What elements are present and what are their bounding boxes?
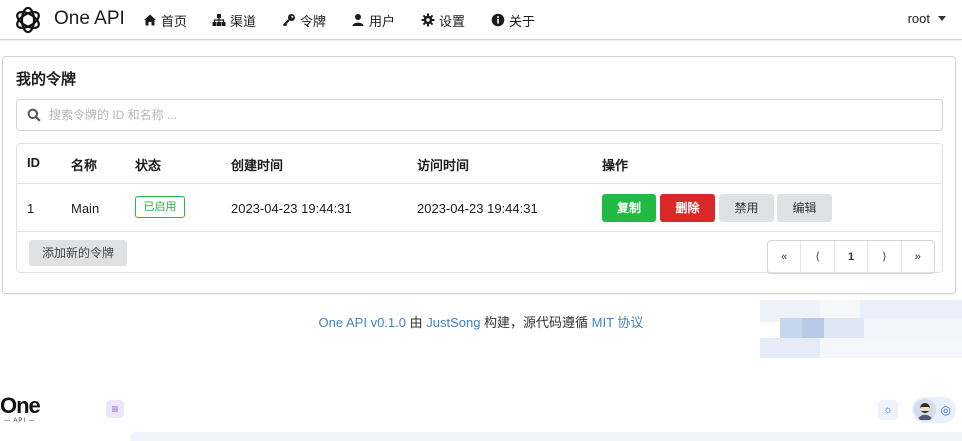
column-header-actions: 操作 (602, 158, 629, 173)
sitemap-icon (212, 14, 226, 26)
user-dropdown[interactable]: root (908, 11, 946, 26)
nav-item-about[interactable]: 关于 (491, 11, 535, 29)
brand-title[interactable]: One API (54, 8, 125, 30)
delete-button[interactable]: 删除 (660, 194, 715, 222)
pagination: « ⟨ 1 ⟩ » (767, 240, 935, 274)
pagination-page-1[interactable]: 1 (835, 241, 869, 273)
footer-version-link[interactable]: One API v0.1.0 (319, 315, 406, 330)
search-input[interactable] (49, 101, 929, 129)
footer-license-link[interactable]: MIT 协议 (592, 315, 644, 330)
nav-item-users[interactable]: 用户 (351, 11, 395, 29)
profile-button[interactable]: ◎ (912, 397, 956, 423)
openai-logo-icon[interactable] (12, 4, 44, 36)
tokens-card: 我的令牌 ID 名称 状态 创建时间 访问时间 操作 1 Main 已启用 20… (2, 56, 956, 294)
user-name: root (907, 11, 930, 26)
nav-item-home[interactable]: 首页 (143, 11, 187, 29)
disable-button[interactable]: 禁用 (719, 194, 774, 222)
footer-author-link[interactable]: JustSong (426, 315, 480, 330)
theme-toggle-button[interactable]: ☼ (878, 400, 898, 420)
tokens-table: ID 名称 状态 创建时间 访问时间 操作 1 Main 已启用 2023-04… (16, 143, 943, 274)
nav-item-tokens[interactable]: 令牌 (282, 11, 326, 29)
user-icon (352, 14, 364, 26)
column-header-created[interactable]: 创建时间 (231, 155, 283, 174)
pagination-next[interactable]: ⟩ (868, 241, 902, 273)
menu-toggle-button[interactable]: ≡ (106, 400, 124, 418)
copy-button[interactable]: 复制 (602, 194, 656, 222)
pagination-prev[interactable]: ⟨ (801, 241, 835, 273)
info-icon (491, 13, 505, 27)
gear-icon (421, 13, 435, 27)
nav-label-about: 关于 (509, 13, 536, 29)
caret-down-icon (938, 16, 946, 21)
search-icon (27, 108, 41, 122)
cell-created-time: 2023-04-23 19:44:31 (231, 201, 352, 216)
row-divider (17, 231, 942, 232)
nav-label-settings: 设置 (439, 13, 466, 29)
column-header-name[interactable]: 名称 (71, 155, 97, 174)
nav-label-users: 用户 (369, 13, 396, 29)
hamburger-icon: ≡ (111, 402, 119, 416)
footer-text-by: 由 (406, 315, 427, 330)
column-header-status[interactable]: 状态 (135, 155, 161, 174)
add-token-button[interactable]: 添加新的令牌 (29, 240, 127, 266)
sun-icon: ☼ (882, 404, 894, 416)
one-api-logo[interactable]: One (0, 393, 41, 419)
page-title: 我的令牌 (16, 71, 77, 88)
column-header-id[interactable]: ID (27, 155, 40, 170)
home-icon (144, 14, 156, 26)
cell-name: Main (71, 201, 100, 216)
key-icon (282, 14, 295, 27)
pagination-last[interactable]: » (902, 241, 934, 273)
nav-label-channels: 渠道 (230, 13, 257, 29)
avatar (914, 399, 936, 421)
one-api-logo-sub: — API — (4, 418, 36, 424)
column-header-accessed[interactable]: 访问时间 (417, 155, 469, 174)
content-area-edge (130, 432, 962, 441)
search-box (16, 99, 943, 131)
settings-icon: ◎ (940, 403, 951, 417)
footer-text-license: 构建，源代码遵循 (480, 315, 592, 330)
top-navbar: One API 首页 渠道 令牌 用户 设置 关于 root (0, 0, 962, 40)
nav-item-settings[interactable]: 设置 (421, 11, 465, 29)
edit-button[interactable]: 编辑 (777, 194, 832, 222)
nav-label-tokens: 令牌 (300, 13, 327, 29)
pagination-first[interactable]: « (768, 241, 802, 273)
cell-id: 1 (27, 201, 35, 216)
header-divider (17, 183, 942, 184)
nav-item-channels[interactable]: 渠道 (212, 11, 256, 29)
cell-accessed-time: 2023-04-23 19:44:31 (417, 201, 538, 216)
nav-label-home: 首页 (161, 13, 188, 29)
status-badge: 已启用 (135, 196, 185, 218)
